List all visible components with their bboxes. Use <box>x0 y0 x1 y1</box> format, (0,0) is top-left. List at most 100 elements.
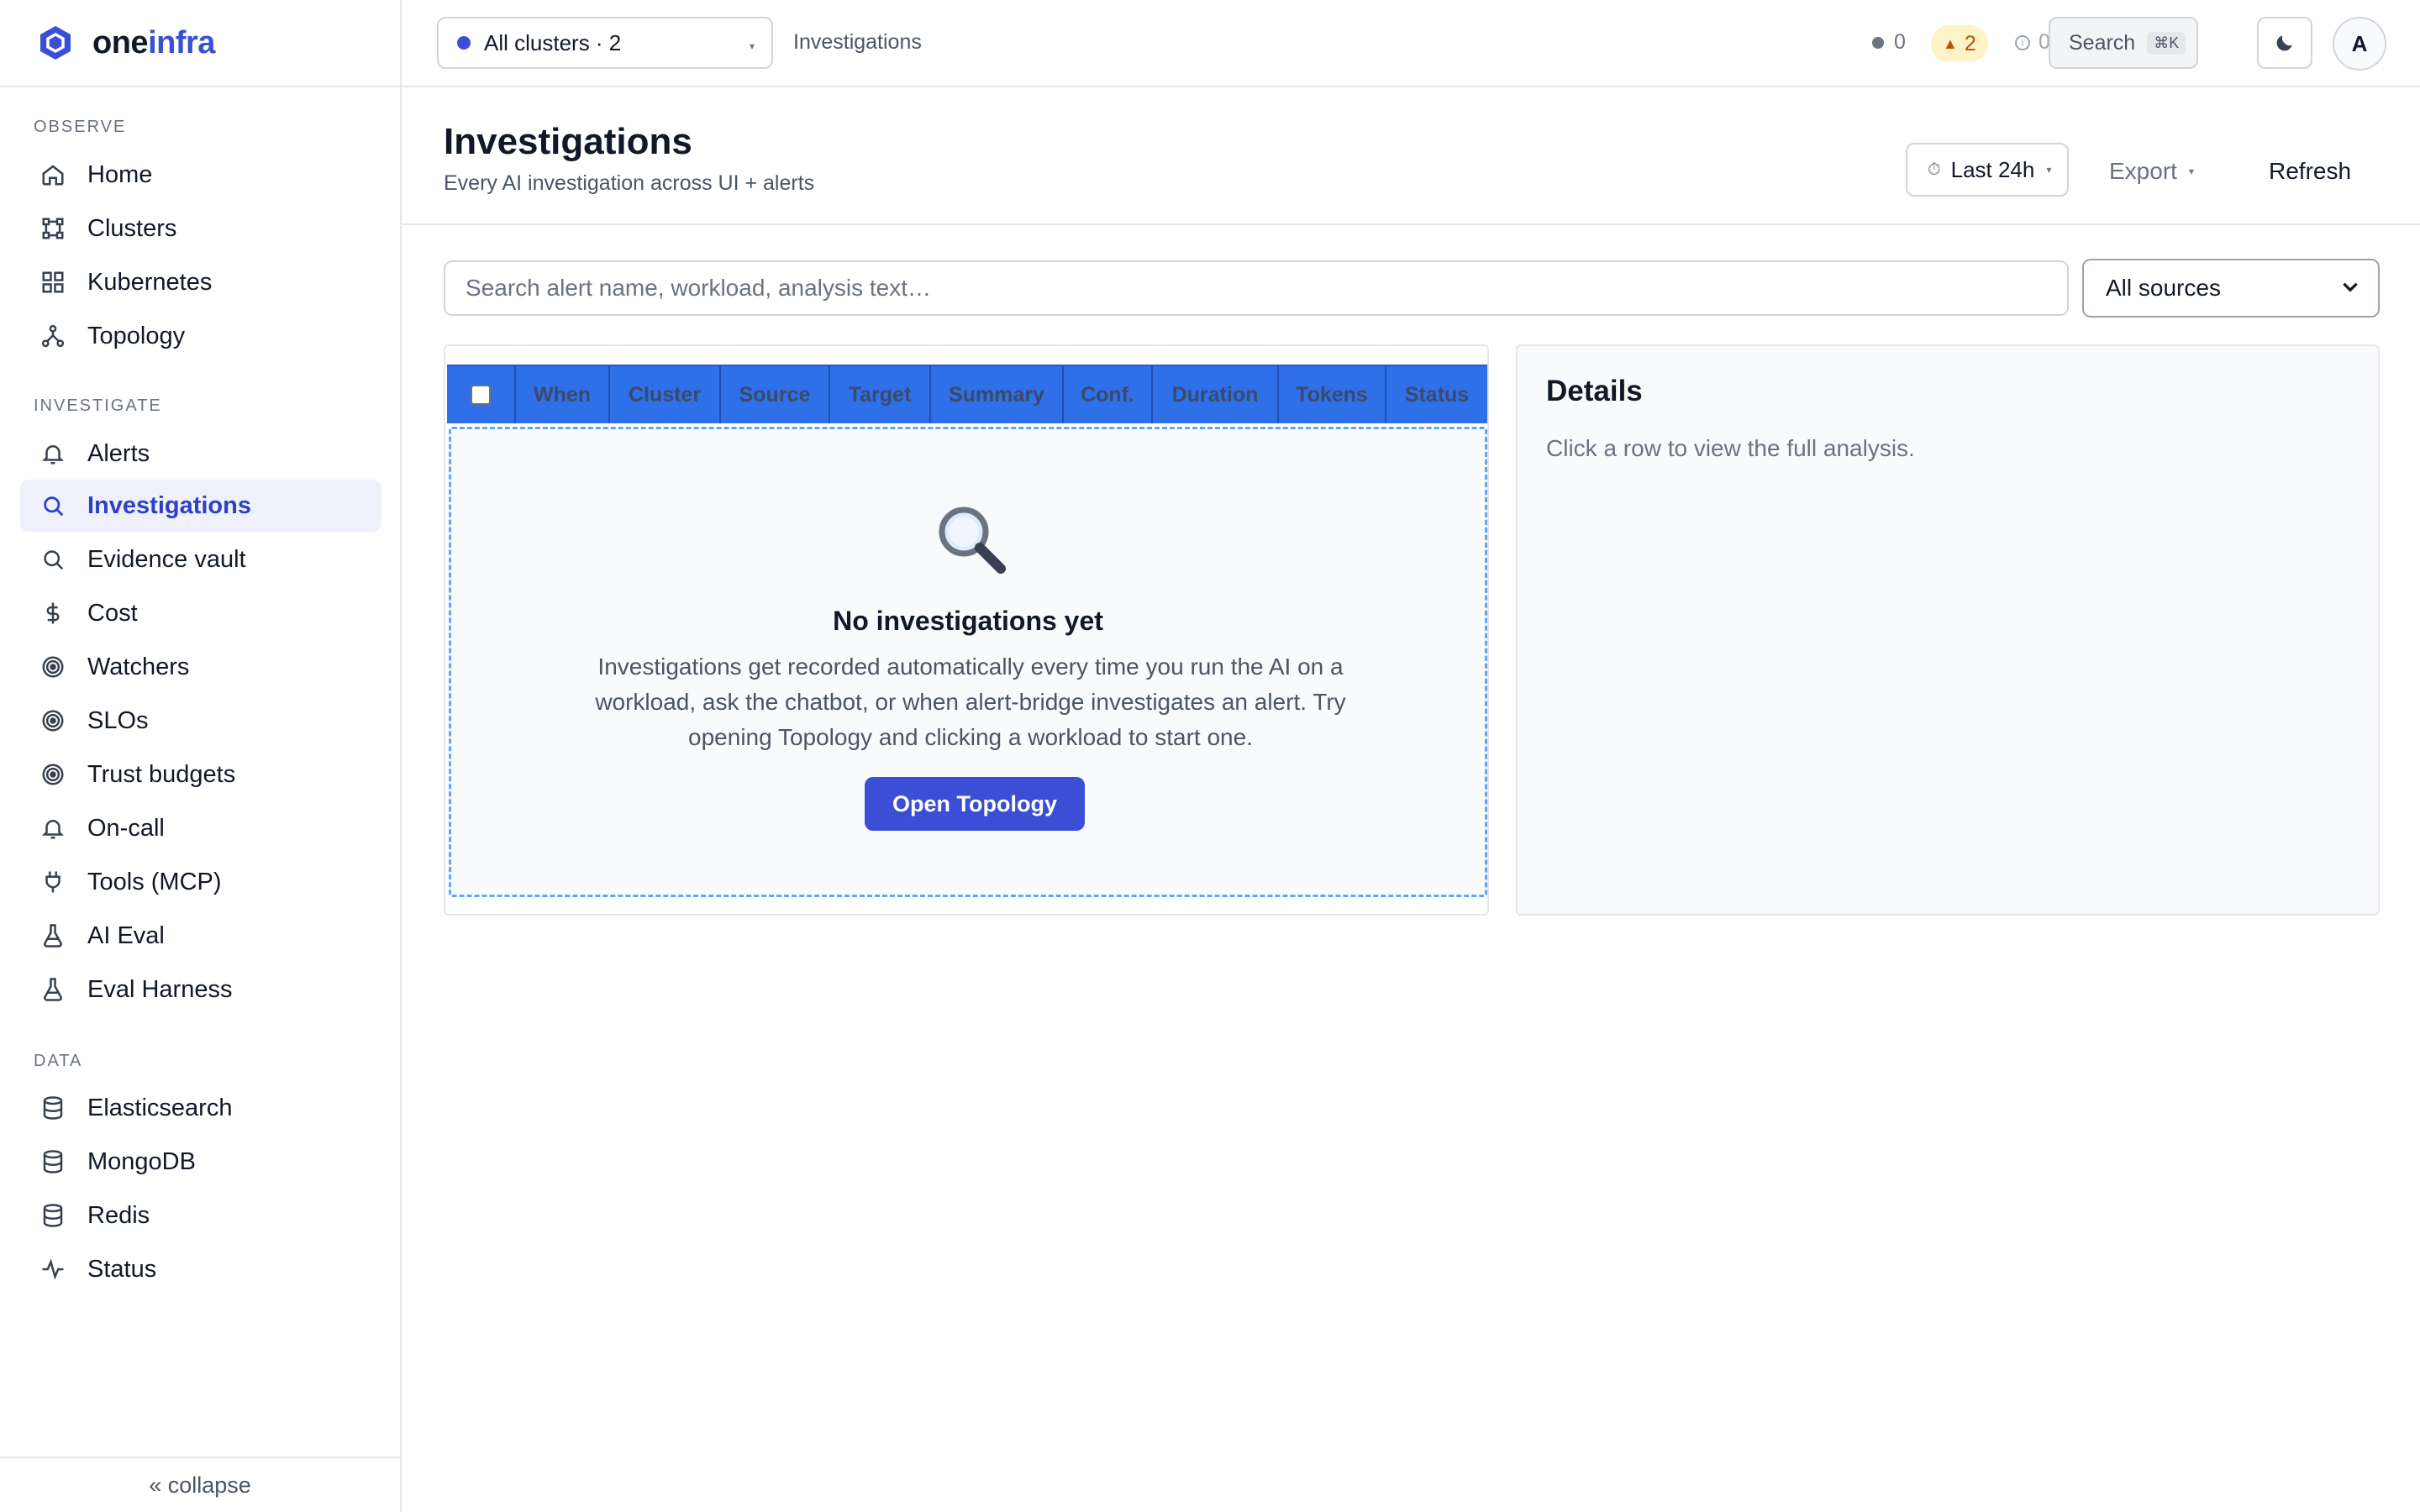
sidebar-item-home[interactable]: Home <box>20 149 381 201</box>
sidebar-item-label: Investigations <box>87 491 251 519</box>
sidebar-item-status[interactable]: Status <box>20 1243 381 1295</box>
chevron-down-icon: ▾ <box>2188 165 2194 177</box>
section-label-investigate: INVESTIGATE <box>34 396 162 415</box>
sidebar-item-label: Redis <box>87 1201 150 1229</box>
empty-state-body: Investigations get recorded automaticall… <box>595 654 1346 750</box>
sidebar-item-kubernetes[interactable]: Kubernetes <box>20 256 381 308</box>
search-button-label: Search <box>2069 30 2136 55</box>
sidebar-item-trust-budgets[interactable]: Trust budgets <box>20 748 381 801</box>
cluster-status-dot <box>457 36 471 50</box>
page-header: Investigations Every AI investigation ac… <box>402 87 2420 225</box>
sidebar-item-label: Evidence vault <box>87 545 246 573</box>
target-icon <box>40 708 66 733</box>
sidebar-item-eval-harness[interactable]: Eval Harness <box>20 963 381 1016</box>
home-icon <box>40 162 66 187</box>
status-info-indicator[interactable]: i 0 <box>2015 30 2050 55</box>
status-ok-indicator[interactable]: 0 <box>1872 30 1906 55</box>
sidebar-item-label: Clusters <box>87 214 177 242</box>
table-header: When Cluster Source Target Summary Conf.… <box>447 365 1487 423</box>
column-header-when[interactable]: When <box>516 366 610 423</box>
breadcrumb: Investigations <box>793 30 922 54</box>
grey-dot-icon <box>1872 36 1884 49</box>
column-header-tokens[interactable]: Tokens <box>1279 366 1386 423</box>
sidebar-item-label: Status <box>87 1255 157 1283</box>
sidebar-item-label: On-call <box>87 814 165 842</box>
sidebar-item-label: Kubernetes <box>87 268 213 296</box>
dollar-icon <box>40 601 66 626</box>
sidebar-item-label: Cost <box>87 599 138 627</box>
sidebar-item-on-call[interactable]: On-call <box>20 802 381 854</box>
details-title: Details <box>1546 375 1643 407</box>
sidebar-item-investigations[interactable]: Investigations <box>20 480 381 532</box>
sidebar-item-elasticsearch[interactable]: Elasticsearch <box>20 1082 381 1134</box>
status-warn-badge[interactable]: ▲ 2 <box>1931 25 1988 62</box>
investigations-table-panel: When Cluster Source Target Summary Conf.… <box>444 344 1489 916</box>
export-button[interactable]: Export ▾ <box>2109 158 2194 185</box>
select-all-checkbox[interactable] <box>471 385 491 405</box>
page-title: Investigations <box>444 121 692 162</box>
open-topology-button[interactable]: Open Topology <box>865 777 1085 831</box>
theme-toggle-button[interactable] <box>2257 17 2312 69</box>
search-icon <box>40 547 66 572</box>
sidebar-item-label: Topology <box>87 322 186 349</box>
sidebar-item-label: SLOs <box>87 706 149 734</box>
sidebar-item-label: Home <box>87 160 153 188</box>
brand[interactable]: oneinfra <box>0 0 400 87</box>
brand-name: oneinfra <box>92 24 215 60</box>
sidebar-item-tools-mcp[interactable]: Tools (MCP) <box>20 856 381 908</box>
section-label-observe: OBSERVE <box>34 118 127 136</box>
target-icon <box>40 654 66 680</box>
sidebar-item-cost[interactable]: Cost <box>20 587 381 639</box>
sidebar-item-evidence-vault[interactable]: Evidence vault <box>20 533 381 585</box>
cluster-select-label: All clusters · 2 <box>484 29 622 55</box>
sidebar-item-ai-eval[interactable]: AI Eval <box>20 910 381 962</box>
status-warn-count: 2 <box>1964 31 1976 55</box>
sidebar-item-topology[interactable]: Topology <box>20 310 381 362</box>
details-panel: Details Click a row to view the full ana… <box>1516 344 2380 916</box>
global-search-button[interactable]: Search ⌘K <box>2049 17 2198 69</box>
sidebar-item-redis[interactable]: Redis <box>20 1189 381 1242</box>
sidebar-item-slos[interactable]: SLOs <box>20 695 381 747</box>
column-header-cluster[interactable]: Cluster <box>610 366 721 423</box>
avatar[interactable]: A <box>2333 17 2386 71</box>
page-subtitle: Every AI investigation across UI + alert… <box>444 171 815 195</box>
grid-icon <box>40 270 66 295</box>
refresh-button[interactable]: Refresh <box>2269 158 2351 185</box>
empty-state: No investigations yet Investigations get… <box>449 427 1487 897</box>
sidebar-item-alerts[interactable]: Alerts <box>20 428 381 480</box>
sidebar-item-watchers[interactable]: Watchers <box>20 641 381 693</box>
investigation-search-input[interactable] <box>444 260 2069 316</box>
sidebar: oneinfra OBSERVE Home Clusters Kubernete… <box>0 0 402 1512</box>
clock-icon: ⏱ <box>1928 160 1941 179</box>
column-header-target[interactable]: Target <box>830 366 931 423</box>
database-icon <box>40 1095 66 1121</box>
column-header-duration[interactable]: Duration <box>1153 366 1279 423</box>
sidebar-item-clusters[interactable]: Clusters <box>20 202 381 255</box>
hexagon-logo-icon <box>37 24 74 61</box>
details-hint: Click a row to view the full analysis. <box>1546 435 1915 461</box>
plug-icon <box>40 869 66 895</box>
sidebar-item-label: Trust budgets <box>87 760 236 788</box>
sidebar-item-label: MongoDB <box>87 1147 196 1175</box>
source-select[interactable]: All sources <box>2082 259 2380 318</box>
collapse-sidebar-button[interactable]: « collapse <box>0 1457 400 1512</box>
column-header-confidence[interactable]: Conf. <box>1064 366 1153 423</box>
time-range-label: Last 24h <box>1950 156 2035 182</box>
search-icon <box>40 493 66 518</box>
column-header-summary[interactable]: Summary <box>931 366 1064 423</box>
database-icon <box>40 1203 66 1228</box>
flask-icon <box>40 923 66 948</box>
sidebar-item-label: Elasticsearch <box>87 1094 233 1121</box>
status-ok-count: 0 <box>1894 30 1906 54</box>
cluster-select[interactable]: All clusters · 2 ▾ <box>437 17 773 69</box>
empty-state-title: No investigations yet <box>833 606 1103 636</box>
sidebar-item-label: Tools (MCP) <box>87 868 222 895</box>
column-header-source[interactable]: Source <box>721 366 830 423</box>
time-range-button[interactable]: ⏱ Last 24h ▾ <box>1906 143 2069 197</box>
section-label-data: DATA <box>34 1052 83 1070</box>
column-header-status[interactable]: Status <box>1386 366 1487 423</box>
topology-icon <box>40 323 66 349</box>
keyboard-shortcut: ⌘K <box>2147 31 2186 55</box>
info-icon: i <box>2015 34 2030 50</box>
sidebar-item-mongodb[interactable]: MongoDB <box>20 1136 381 1188</box>
